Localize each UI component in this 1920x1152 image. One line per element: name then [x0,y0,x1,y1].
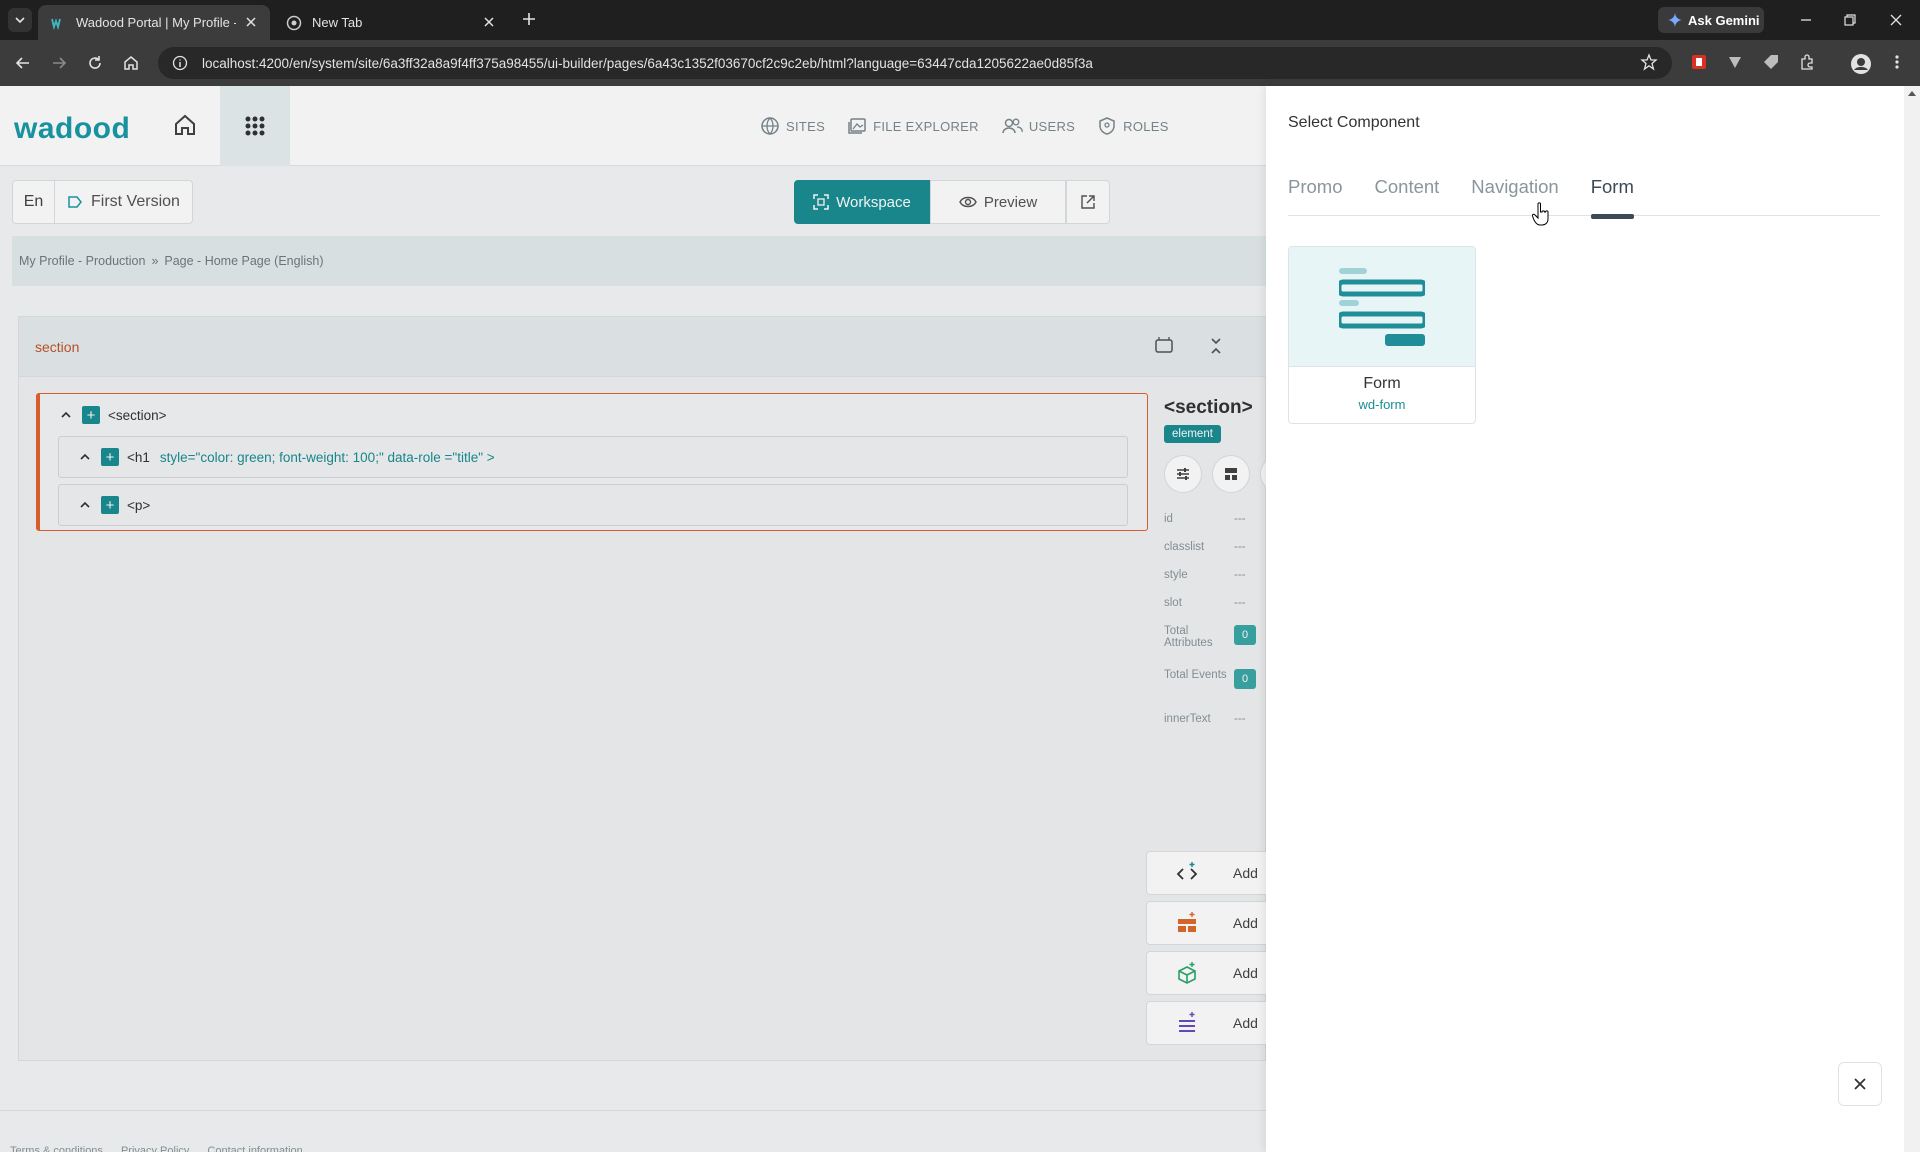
bookmark-star-icon[interactable] [1640,53,1658,71]
chrome-icon [286,15,302,30]
scroll-up-arrow-icon[interactable] [1904,86,1920,102]
browser-tabbar: Wadood Portal | My Profile - Ui New Tab … [0,0,1920,40]
profile-avatar-icon[interactable] [1850,53,1872,75]
extension-v-icon[interactable] [1726,53,1744,71]
select-component-drawer: Select Component Promo Content Navigatio… [1266,86,1904,1152]
url-text: localhost:4200/en/system/site/6a3ff32a8a… [202,55,1093,71]
forward-arrow-icon[interactable] [50,54,68,72]
browser-tab-newtab[interactable]: New Tab [274,5,508,40]
close-tab-icon[interactable] [482,15,496,29]
component-card-form[interactable]: Form wd-form [1288,246,1476,424]
home-icon[interactable] [122,54,140,72]
url-input[interactable]: localhost:4200/en/system/site/6a3ff32a8a… [158,47,1672,79]
component-name: Form [1363,375,1401,392]
extension-tag-icon[interactable] [1762,53,1780,71]
more-menu-icon[interactable] [1892,53,1902,71]
component-category-tabs: Promo Content Navigation Form [1288,176,1880,219]
close-icon [1854,1078,1866,1090]
close-tab-icon[interactable] [244,15,258,29]
tab-title: New Tab [312,15,363,30]
ask-gemini-button[interactable]: Ask Gemini [1658,7,1764,33]
component-thumbnail [1289,247,1475,367]
page-scrollbar[interactable] [1904,86,1920,1152]
new-tab-icon[interactable] [520,10,538,28]
tab-promo[interactable]: Promo [1288,176,1343,216]
tab-form[interactable]: Form [1590,176,1635,219]
hand-cursor-icon [1532,202,1549,226]
modal-backdrop[interactable] [0,86,1266,1152]
extensions-puzzle-icon[interactable] [1798,53,1816,71]
component-tag: wd-form [1358,397,1406,412]
back-arrow-icon[interactable] [14,54,32,72]
extension-red-icon[interactable] [1690,53,1708,71]
drawer-title: Select Component [1288,114,1420,131]
form-component-icon [1339,267,1425,346]
browser-tab-active[interactable]: Wadood Portal | My Profile - Ui [38,5,270,40]
reload-icon[interactable] [86,54,104,72]
site-info-icon[interactable] [172,55,188,71]
restore-icon[interactable] [1842,12,1858,28]
chevron-down-icon [15,17,25,24]
gemini-sparkle-icon [1668,13,1682,27]
minimize-icon[interactable] [1798,12,1814,28]
tab-content[interactable]: Content [1375,176,1440,216]
ask-gemini-label: Ask Gemini [1688,12,1760,28]
close-window-icon[interactable] [1888,12,1904,28]
tab-title: Wadood Portal | My Profile - Ui [76,15,236,30]
tab-search-button[interactable] [8,8,32,32]
browser-address-bar: localhost:4200/en/system/site/6a3ff32a8a… [0,40,1920,86]
wadood-favicon-icon [51,17,61,30]
close-drawer-button[interactable] [1838,1062,1882,1106]
